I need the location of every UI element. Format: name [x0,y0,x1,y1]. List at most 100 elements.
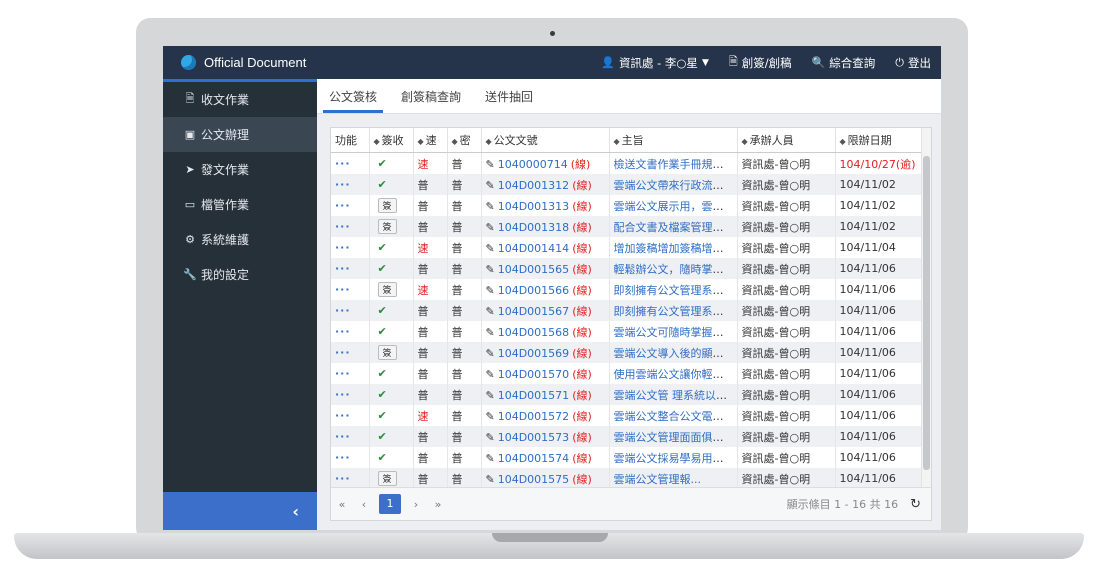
row-menu-button[interactable]: ··· [335,304,351,317]
sidebar-item[interactable]: ➤ 發文作業 [163,152,317,187]
table-scrollbar[interactable] [921,128,931,488]
table-row[interactable]: ··· 簽 普 普 ✎ 104D001569 (線) 雲端公文導入後的顯著... 資訊處-曾○明… [331,342,922,363]
sign-button[interactable]: 簽 [377,198,397,213]
subject-link[interactable]: 雲端公文採易學易用的... [614,452,735,465]
subject-link[interactable]: 雲端公文可隨時掌握公... [614,326,735,339]
subject-link[interactable]: 增加簽稿增加簽稿增加... [614,242,735,255]
subject-link[interactable]: 檢送文書作業手冊規範... [614,158,735,171]
doc-number-link[interactable]: 104D001568 [498,326,569,339]
column-header[interactable]: ◆ 限辦日期 [835,128,922,153]
sidebar-item[interactable]: 🗎 收文作業 [163,82,317,117]
sign-button[interactable]: 簽 [377,471,397,486]
tab[interactable]: 公文簽核 [317,79,389,113]
doc-number-link[interactable]: 104D001318 [498,221,569,234]
row-menu-button[interactable]: ··· [335,199,351,212]
edit-icon[interactable]: ✎ [486,452,495,465]
logout-button[interactable]: ⏻ 登出 [885,46,941,79]
table-row[interactable]: ··· ✔ 普 普 ✎ 104D001568 (線) 雲端公文可隨時掌握公... 資訊處-曾○明… [331,321,922,342]
table-row[interactable]: ··· ✔ 普 普 ✎ 104D001573 (線) 雲端公文管理面面俱，... 資訊處-曾○明… [331,426,922,447]
doc-number-link[interactable]: 104D001575 [498,473,569,486]
row-menu-button[interactable]: ··· [335,451,351,464]
edit-icon[interactable]: ✎ [486,263,495,276]
table-row[interactable]: ··· ✔ 速 普 ✎ 104D001414 (線) 增加簽稿增加簽稿增加... 資訊處-曾○明… [331,237,922,258]
table-row[interactable]: ··· 簽 普 普 ✎ 104D001575 (線) 雲端公文管理報... 資訊處-曾○明 104… [331,468,922,489]
column-header[interactable]: ◆ 速 [413,128,448,153]
doc-number-link[interactable]: 104D001574 [498,452,569,465]
sign-button[interactable]: 簽 [377,282,397,297]
subject-link[interactable]: 雲端公文帶來行政流程... [614,179,735,192]
table-row[interactable]: ··· ✔ 速 普 ✎ 1040000714 (線) 檢送文書作業手冊規範... 資訊處-曾○明… [331,152,922,174]
sign-button[interactable]: 簽 [377,219,397,234]
row-menu-button[interactable]: ··· [335,262,351,275]
subject-link[interactable]: 使用雲端公文讓你輕鬆... [614,368,735,381]
edit-icon[interactable]: ✎ [486,368,495,381]
edit-icon[interactable]: ✎ [486,284,495,297]
column-header[interactable]: ◆ 公文文號 [481,128,610,153]
doc-number-link[interactable]: 104D001313 [498,200,569,213]
table-row[interactable]: ··· 簽 速 普 ✎ 104D001566 (線) 即刻擁有公文管理系統... 資訊處-曾○明… [331,279,922,300]
row-menu-button[interactable]: ··· [335,388,351,401]
column-header[interactable]: ◆ 簽收 [369,128,414,153]
scrollbar-thumb[interactable] [923,156,930,470]
edit-icon[interactable]: ✎ [486,389,495,402]
last-page-button[interactable]: » [427,498,449,511]
row-menu-button[interactable]: ··· [335,157,351,170]
edit-icon[interactable]: ✎ [486,242,495,255]
edit-icon[interactable]: ✎ [486,410,495,423]
table-row[interactable]: ··· ✔ 普 普 ✎ 104D001574 (線) 雲端公文採易學易用的... 資訊處-曾○明… [331,447,922,468]
edit-icon[interactable]: ✎ [486,221,495,234]
current-page-button[interactable]: 1 [379,494,401,514]
doc-number-link[interactable]: 104D001567 [498,305,569,318]
edit-icon[interactable]: ✎ [486,158,495,171]
brand[interactable]: Official Document [163,46,317,79]
edit-icon[interactable]: ✎ [486,305,495,318]
subject-link[interactable]: 雲端公文管 理系統以「... [614,389,737,402]
doc-number-link[interactable]: 104D001566 [498,284,569,297]
table-row[interactable]: ··· 簽 普 普 ✎ 104D001313 (線) 雲端公文展示用，雲端... 資訊處-曾○明… [331,195,922,216]
subject-link[interactable]: 雲端公文管理報... [614,473,702,486]
sidebar-item[interactable]: ▣ 公文辦理 [163,117,317,152]
row-menu-button[interactable]: ··· [335,283,351,296]
row-menu-button[interactable]: ··· [335,472,351,485]
prev-page-button[interactable]: ‹ [353,498,375,511]
table-row[interactable]: ··· ✔ 普 普 ✎ 104D001571 (線) 雲端公文管 理系統以「... 資訊處-曾○… [331,384,922,405]
sign-create-button[interactable]: 🗎 創簽/創稿 [719,46,802,79]
doc-number-link[interactable]: 104D001571 [498,389,569,402]
subject-link[interactable]: 雲端公文管理面面俱，... [614,431,735,444]
doc-number-link[interactable]: 104D001565 [498,263,569,276]
subject-link[interactable]: 雲端公文整合公文電子... [614,410,735,423]
collapse-sidebar-button[interactable]: ‹ [163,492,317,530]
edit-icon[interactable]: ✎ [486,179,495,192]
tab[interactable]: 送件抽回 [473,79,545,113]
edit-icon[interactable]: ✎ [486,347,495,360]
table-row[interactable]: ··· ✔ 速 普 ✎ 104D001572 (線) 雲端公文整合公文電子... 資訊處-曾○明… [331,405,922,426]
first-page-button[interactable]: « [331,498,353,511]
row-menu-button[interactable]: ··· [335,367,351,380]
tab[interactable]: 創簽稿查詢 [389,79,473,113]
column-header[interactable]: ◆ 主旨 [609,128,738,153]
doc-number-link[interactable]: 104D001569 [498,347,569,360]
search-button[interactable]: 🔍 綜合查詢 [802,46,886,79]
table-row[interactable]: ··· ✔ 普 普 ✎ 104D001565 (線) 輕鬆辦公文，隨時掌握... 資訊處-曾○明… [331,258,922,279]
doc-number-link[interactable]: 1040000714 [498,158,568,171]
edit-icon[interactable]: ✎ [486,473,495,486]
doc-number-link[interactable]: 104D001414 [498,242,569,255]
edit-icon[interactable]: ✎ [486,431,495,444]
table-row[interactable]: ··· 簽 普 普 ✎ 104D001318 (線) 配合文書及檔案管理電... 資訊處-曾○明… [331,216,922,237]
edit-icon[interactable]: ✎ [486,326,495,339]
subject-link[interactable]: 雲端公文展示用，雲端... [614,200,735,213]
table-row[interactable]: ··· ✔ 普 普 ✎ 104D001312 (線) 雲端公文帶來行政流程... 資訊處-曾○明… [331,174,922,195]
row-menu-button[interactable]: ··· [335,325,351,338]
row-menu-button[interactable]: ··· [335,430,351,443]
column-header[interactable]: ◆ 密 [447,128,482,153]
subject-link[interactable]: 即刻擁有公文管理系統... [614,284,735,297]
subject-link[interactable]: 配合文書及檔案管理電... [614,221,735,234]
next-page-button[interactable]: › [405,498,427,511]
sidebar-item[interactable]: 🔧 我的設定 [163,257,317,292]
doc-number-link[interactable]: 104D001573 [498,431,569,444]
column-header[interactable]: ◆ 承辦人員 [737,128,836,153]
sidebar-item[interactable]: ▭ 檔管作業 [163,187,317,222]
row-menu-button[interactable]: ··· [335,220,351,233]
subject-link[interactable]: 即刻擁有公文管理系統... [614,305,735,318]
table-row[interactable]: ··· ✔ 普 普 ✎ 104D001570 (線) 使用雲端公文讓你輕鬆... 資訊處-曾○明… [331,363,922,384]
